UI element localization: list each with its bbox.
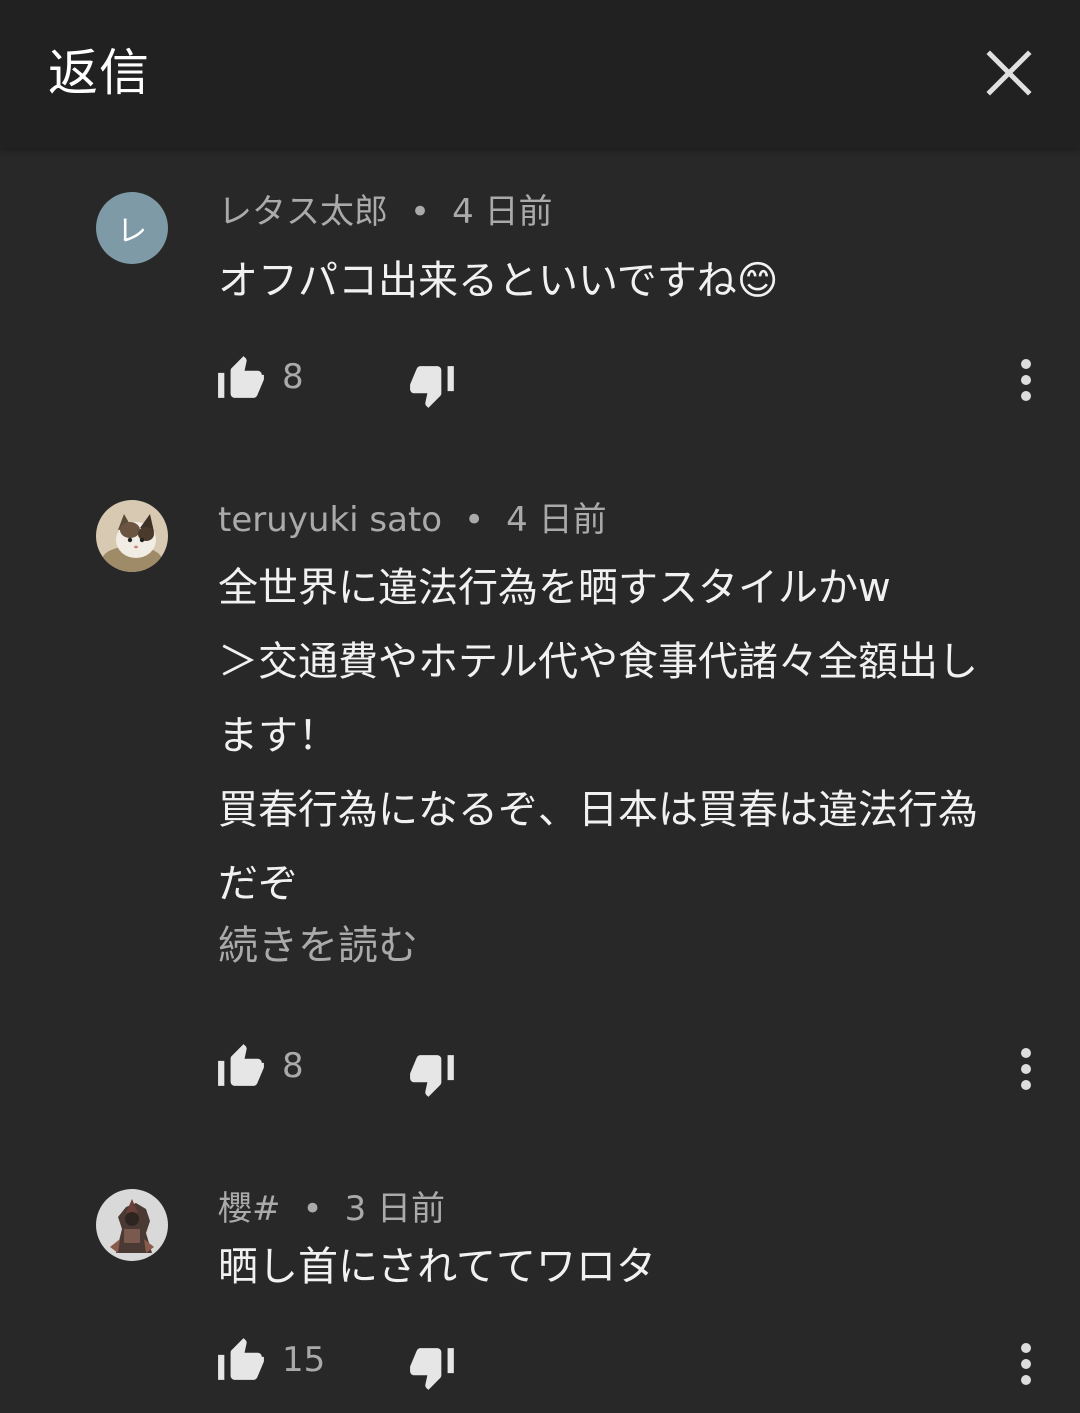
thumb-down-icon xyxy=(410,1055,454,1097)
comment-text-line: オフパコ出来るといいですね😊 xyxy=(218,258,779,304)
like-count: 8 xyxy=(282,357,304,397)
thumb-up-icon xyxy=(218,356,264,398)
like-button[interactable] xyxy=(216,1042,266,1088)
more-options-button[interactable] xyxy=(1008,356,1044,404)
comment-text: 晒し首にされててワロタ xyxy=(218,1230,1038,1304)
comment-meta: teruyuki sato • 4 日前 xyxy=(218,498,607,542)
comment-text-line: 買春行為になるぞ、日本は買春は違法行為 xyxy=(218,787,978,833)
comment-author[interactable]: teruyuki sato xyxy=(218,500,442,540)
avatar[interactable] xyxy=(96,500,168,572)
reply-header: 返信 xyxy=(0,0,1080,148)
avatar-letter: レ xyxy=(117,214,147,249)
comment-text-line: ＞交通費やホテル代や食事代諸々全額出し xyxy=(218,639,978,685)
comment-text: オフパコ出来るといいですね😊 xyxy=(218,244,1038,318)
like-button[interactable] xyxy=(216,354,266,400)
thumb-up-icon xyxy=(218,1338,264,1380)
comment-text-line: 晒し首にされててワロタ xyxy=(218,1244,656,1290)
more-vert-icon xyxy=(1021,1343,1031,1385)
thumb-down-icon xyxy=(410,1348,454,1390)
comment-text: 全世界に違法行為を晒すスタイルかw ＞交通費やホテル代や食事代諸々全額出し ます… xyxy=(218,551,1038,921)
dislike-button[interactable] xyxy=(408,1053,458,1099)
like-button[interactable] xyxy=(216,1336,266,1382)
meta-separator: • xyxy=(464,500,485,540)
comment-text-line: 全世界に違法行為を晒すスタイルかw xyxy=(218,565,891,611)
dislike-button[interactable] xyxy=(408,364,458,410)
comment-author[interactable]: レタス太郎 xyxy=(218,192,388,232)
comment-meta: レタス太郎 • 4 日前 xyxy=(218,190,553,234)
comment-time: 3 日前 xyxy=(344,1189,446,1229)
character-avatar-image xyxy=(96,1189,168,1261)
like-count: 15 xyxy=(282,1340,326,1380)
page-title: 返信 xyxy=(48,44,150,102)
comment-author[interactable]: 櫻# xyxy=(218,1189,281,1229)
like-count: 8 xyxy=(282,1046,304,1086)
comment-time: 4 日前 xyxy=(452,192,553,232)
more-options-button[interactable] xyxy=(1008,1340,1044,1388)
more-vert-icon xyxy=(1021,1048,1031,1090)
avatar[interactable] xyxy=(96,1189,168,1261)
thumb-down-icon xyxy=(410,366,454,408)
more-vert-icon xyxy=(1021,359,1031,401)
comment-time: 4 日前 xyxy=(506,500,607,540)
comment-text-line: だぞ xyxy=(218,861,298,907)
close-icon xyxy=(986,50,1032,96)
more-options-button[interactable] xyxy=(1008,1045,1044,1093)
read-more-link[interactable]: 続きを読む xyxy=(218,918,418,974)
meta-separator: • xyxy=(410,192,431,232)
thumb-up-icon xyxy=(218,1044,264,1086)
close-button[interactable] xyxy=(978,42,1040,104)
avatar[interactable]: レ xyxy=(96,192,168,264)
dislike-button[interactable] xyxy=(408,1346,458,1392)
comment-text-line: ます！ xyxy=(218,713,338,759)
cat-avatar-image xyxy=(96,500,168,572)
meta-separator: • xyxy=(302,1189,323,1229)
comment-meta: 櫻# • 3 日前 xyxy=(218,1187,445,1231)
